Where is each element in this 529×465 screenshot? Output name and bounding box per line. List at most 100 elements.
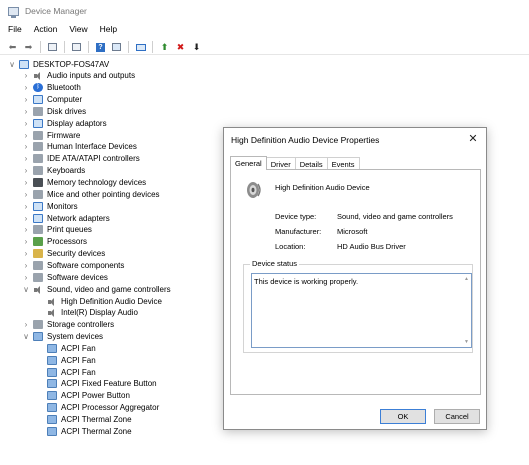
device-name: High Definition Audio Device (275, 183, 370, 192)
dialog-titlebar: High Definition Audio Device Properties (224, 128, 486, 152)
tree-category-item[interactable]: › Audio inputs and outputs (22, 70, 135, 82)
chevron-right-icon[interactable]: › (22, 131, 30, 140)
lblue-device-icon (47, 355, 57, 365)
tree-device-item[interactable]: High Definition Audio Device (47, 295, 162, 307)
chevron-right-icon[interactable]: › (22, 237, 30, 246)
chevron-right-icon[interactable]: › (22, 249, 30, 258)
tree-device-item[interactable]: ACPI Thermal Zone (47, 425, 132, 437)
menu-file[interactable]: File (8, 24, 22, 38)
device-status-textbox[interactable]: This device is working properly. ▲ ▼ (251, 273, 472, 348)
chevron-right-icon[interactable]: › (22, 154, 30, 163)
tree-device-item[interactable]: Intel(R) Display Audio (47, 307, 138, 319)
tree-device-item[interactable]: ACPI Processor Aggregator (47, 402, 159, 414)
lblue-device-icon (47, 343, 57, 353)
menu-action[interactable]: Action (34, 24, 58, 38)
chevron-right-icon[interactable]: › (22, 273, 30, 282)
add-driver-icon[interactable]: ⬆ (158, 41, 171, 53)
tree-item-label: Audio inputs and outputs (47, 71, 136, 81)
tab-general[interactable]: General (230, 156, 267, 170)
download-icon[interactable]: ⬇ (190, 41, 203, 53)
uninstall-icon[interactable]: ✖ (174, 41, 187, 53)
forward-arrow-icon[interactable]: ➡ (22, 41, 35, 53)
location-value: HD Audio Bus Driver (337, 242, 406, 251)
chevron-right-icon[interactable]: › (22, 119, 30, 128)
lblue-device-icon (47, 426, 57, 436)
scroll-up-icon[interactable]: ▲ (464, 276, 469, 282)
help-icon[interactable]: ? (94, 41, 107, 53)
tree-category-item[interactable]: › Disk drives (22, 105, 86, 117)
grid-view-icon[interactable] (110, 41, 123, 53)
back-arrow-icon[interactable]: ⬅ (6, 41, 19, 53)
properties-dialog: High Definition Audio Device Properties … (223, 127, 487, 430)
tree-category-item[interactable]: › Monitors (22, 200, 78, 212)
chevron-down-icon[interactable]: ∨ (22, 285, 30, 294)
tree-item-label: Disk drives (47, 106, 87, 116)
tree-category-item[interactable]: › Storage controllers (22, 319, 114, 331)
tree-category-item[interactable]: › Human Interface Devices (22, 141, 137, 153)
menu-help[interactable]: Help (100, 24, 117, 38)
device-type-value: Sound, video and game controllers (337, 212, 453, 221)
tree-device-item[interactable]: ACPI Fan (47, 342, 96, 354)
chevron-right-icon[interactable]: › (22, 261, 30, 270)
chevron-right-icon[interactable]: › (22, 214, 30, 223)
chevron-down-icon[interactable]: ∨ (8, 60, 16, 69)
tree-category-item[interactable]: › Print queues (22, 224, 92, 236)
tree-category-item[interactable]: › ᛒ Bluetooth (22, 82, 81, 94)
tree-category-item[interactable]: ∨ System devices (22, 331, 103, 343)
chevron-right-icon[interactable]: › (22, 178, 30, 187)
tree-category-item[interactable]: › IDE ATA/ATAPI controllers (22, 153, 140, 165)
tree-category-item[interactable]: › Computer (22, 94, 82, 106)
chevron-right-icon[interactable]: › (22, 95, 30, 104)
chevron-right-icon[interactable]: › (22, 107, 30, 116)
chevron-right-icon[interactable]: › (22, 142, 30, 151)
tree-item-label: Firmware (47, 130, 81, 140)
chevron-right-icon[interactable]: › (22, 225, 30, 234)
tree-device-item[interactable]: ACPI Thermal Zone (47, 414, 132, 426)
tree-category-item[interactable]: › Display adaptors (22, 117, 107, 129)
tree-category-item[interactable]: › Security devices (22, 248, 105, 260)
chevron-right-icon[interactable]: › (22, 166, 30, 175)
tree-item-label: Mice and other pointing devices (47, 189, 160, 199)
tree-item-label: Network adapters (47, 213, 110, 223)
menu-view[interactable]: View (69, 24, 87, 38)
tree-device-item[interactable]: ACPI Fan (47, 354, 96, 366)
ok-button[interactable]: OK (380, 409, 426, 424)
chevron-right-icon[interactable]: › (22, 190, 30, 199)
chevron-right-icon[interactable]: › (22, 320, 30, 329)
chevron-down-icon[interactable]: ∨ (22, 332, 30, 341)
scroll-down-icon[interactable]: ▼ (464, 339, 469, 345)
close-icon[interactable]: ✕ (466, 132, 480, 146)
tree-root[interactable]: ∨ DESKTOP-FOS47AV (8, 58, 109, 70)
show-hidden-icon[interactable] (70, 41, 83, 53)
tree-category-item[interactable]: › Keyboards (22, 165, 85, 177)
gray-device-icon (33, 189, 43, 199)
gray-device-icon (33, 106, 43, 116)
tree-category-item[interactable]: › Memory technology devices (22, 177, 146, 189)
tree-item-label: Monitors (47, 201, 78, 211)
toolbar-separator (64, 41, 65, 53)
tree-category-item[interactable]: › Mice and other pointing devices (22, 188, 160, 200)
chevron-right-icon[interactable]: › (22, 83, 30, 92)
manufacturer-label: Manufacturer: (275, 227, 322, 236)
chevron-right-icon[interactable]: › (22, 202, 30, 211)
tree-device-item[interactable]: ACPI Fan (47, 366, 96, 378)
tree-device-item[interactable]: ACPI Power Button (47, 390, 130, 402)
cancel-button[interactable]: Cancel (434, 409, 480, 424)
toolbar-separator (128, 41, 129, 53)
tree-item-label: Computer (47, 95, 83, 105)
monitor-icon[interactable] (134, 41, 147, 53)
chevron-right-icon[interactable]: › (22, 71, 30, 80)
properties-icon[interactable] (46, 41, 59, 53)
tree-item-label: Security devices (47, 249, 106, 259)
tree-item-label: Memory technology devices (47, 178, 147, 187)
tree-category-item[interactable]: ∨ Sound, video and game controllers (22, 283, 171, 295)
tree-item-label: High Definition Audio Device (61, 296, 162, 306)
toolbar: ⬅ ➡ ? ⬆ ✖ ⬇ (0, 40, 529, 55)
tree-device-item[interactable]: ACPI Fixed Feature Button (47, 378, 157, 390)
tree-category-item[interactable]: › Processors (22, 236, 87, 248)
tree-category-item[interactable]: › Software components (22, 259, 124, 271)
tree-category-item[interactable]: › Software devices (22, 271, 108, 283)
lblue-device-icon (47, 403, 57, 413)
tree-category-item[interactable]: › Firmware (22, 129, 80, 141)
tree-category-item[interactable]: › Network adapters (22, 212, 110, 224)
